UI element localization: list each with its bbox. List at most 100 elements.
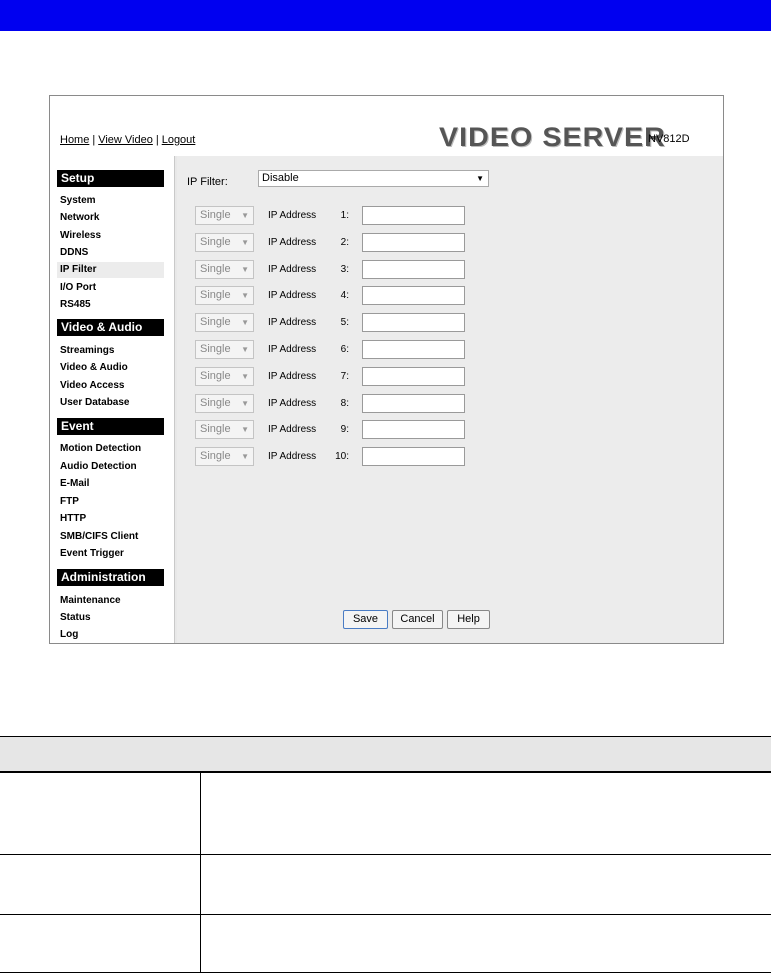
ip-address-label: IP Address — [268, 424, 317, 436]
home-link[interactable]: Home — [60, 134, 89, 146]
ip-address-row: Single ▼ IP Address 6: — [177, 340, 723, 360]
sidebar-item-wireless[interactable]: Wireless — [60, 228, 164, 244]
ip-address-row: Single ▼ IP Address 2: — [177, 232, 723, 253]
sidebar-item-video-audio[interactable]: Video & Audio — [60, 360, 164, 376]
ip-mode-select[interactable]: Single ▼ — [195, 420, 254, 440]
ip-mode-value: Single — [200, 343, 231, 355]
ip-address-row: Single ▼ IP Address 9: — [177, 420, 723, 440]
section-header-administration: Administration — [57, 569, 164, 586]
dropdown-arrow-icon: ▼ — [241, 398, 249, 408]
ip-filter-value: Disable — [262, 172, 299, 184]
ip-address-label: IP Address — [268, 370, 317, 382]
ip-address-input[interactable] — [362, 259, 465, 279]
sidebar-item-network[interactable]: Network — [60, 210, 164, 226]
sidebar-item-event-trigger[interactable]: Event Trigger — [60, 546, 164, 562]
ip-address-index: 9: — [340, 424, 349, 436]
dropdown-arrow-icon: ▼ — [241, 211, 249, 220]
ip-mode-select[interactable]: Single ▼ — [195, 232, 254, 252]
ip-address-row: Single ▼ IP Address 5: — [177, 313, 723, 333]
dropdown-arrow-icon: ▼ — [241, 371, 249, 381]
sidebar-item-io-port[interactable]: I/O Port — [60, 280, 164, 296]
ip-mode-select[interactable]: Single ▼ — [195, 313, 254, 333]
table-row — [0, 914, 771, 973]
ip-mode-value: Single — [200, 450, 231, 463]
ip-address-input[interactable] — [362, 393, 465, 413]
cancel-button[interactable]: Cancel — [392, 610, 443, 629]
section-header-setup: Setup — [57, 170, 164, 187]
table-row — [0, 771, 771, 855]
ip-mode-value: Single — [200, 316, 231, 329]
ip-address-index: 2: — [340, 236, 349, 248]
ip-address-index: 6: — [340, 344, 349, 355]
page-header: Home | View Video | Logout VIDEO SERVER NV81… — [50, 96, 723, 156]
sidebar-item-system[interactable]: System — [60, 193, 164, 209]
ip-address-input[interactable] — [362, 340, 465, 359]
sidebar-item-status[interactable]: Status — [60, 610, 164, 626]
ip-address-input[interactable] — [362, 366, 465, 386]
ip-address-row: Single ▼ IP Address 8: — [177, 393, 723, 414]
ip-mode-value: Single — [200, 289, 231, 302]
ip-mode-select[interactable]: Single ▼ — [195, 286, 254, 306]
sidebar-item-rs485[interactable]: RS485 — [60, 297, 164, 313]
main-content: IP Filter: Disable ▼ Single ▼ IP Address 1:… — [177, 156, 723, 643]
ip-address-row: Single ▼ IP Address 7: — [177, 366, 723, 387]
ip-mode-value: Single — [200, 396, 231, 409]
ip-mode-select[interactable]: Single ▼ — [195, 206, 254, 225]
section-header-event: Event — [57, 418, 164, 435]
ip-mode-value: Single — [200, 235, 231, 248]
ip-address-row: Single ▼ IP Address 10: — [177, 447, 723, 467]
save-button[interactable]: Save — [343, 610, 388, 629]
ip-mode-select[interactable]: Single ▼ — [195, 366, 254, 386]
ip-address-label: IP Address — [268, 317, 317, 329]
sidebar-item-streamings[interactable]: Streamings — [60, 343, 164, 359]
help-button[interactable]: Help — [447, 610, 490, 629]
table-row — [0, 854, 771, 915]
ip-address-label: IP Address — [268, 263, 317, 275]
ip-address-input[interactable] — [362, 313, 465, 333]
ip-address-input[interactable] — [362, 286, 465, 306]
ip-address-input[interactable] — [362, 447, 465, 467]
ip-address-input[interactable] — [362, 420, 465, 440]
sidebar-item-smb-cifs-client[interactable]: SMB/CIFS Client — [60, 529, 164, 545]
sidebar-item-ddns[interactable]: DDNS — [60, 245, 164, 261]
ip-address-index: 10: — [335, 451, 349, 463]
ip-address-input[interactable] — [362, 232, 465, 252]
ip-filter-label: IP Filter: — [187, 176, 228, 188]
ip-address-index: 4: — [340, 290, 349, 302]
ip-address-index: 1: — [340, 210, 349, 221]
ip-address-input[interactable] — [362, 206, 465, 225]
ip-address-row: Single ▼ IP Address 1: — [177, 206, 723, 226]
ip-mode-select[interactable]: Single ▼ — [195, 340, 254, 359]
dropdown-arrow-icon: ▼ — [241, 264, 249, 274]
ip-mode-select[interactable]: Single ▼ — [195, 447, 254, 467]
web-ui-screenshot: Home | View Video | Logout VIDEO SERVER NV81… — [49, 95, 724, 644]
sidebar-item-http[interactable]: HTTP — [60, 511, 164, 527]
ip-address-index: 3: — [340, 263, 349, 275]
dropdown-arrow-icon: ▼ — [241, 425, 249, 435]
body-area: Setup System Network Wireless DDNS IP Fi… — [50, 156, 723, 643]
logout-link[interactable]: Logout — [162, 134, 196, 146]
sidebar-item-ftp[interactable]: FTP — [60, 494, 164, 510]
view-video-link[interactable]: View Video — [98, 134, 153, 146]
ip-mode-select[interactable]: Single ▼ — [195, 393, 254, 413]
sidebar-item-email[interactable]: E-Mail — [60, 476, 164, 492]
sidebar-item-user-database[interactable]: User Database — [60, 395, 164, 411]
header-links: Home | View Video | Logout — [60, 134, 196, 146]
sidebar-item-ip-filter[interactable]: IP Filter — [57, 262, 164, 278]
sidebar-item-motion-detection[interactable]: Motion Detection — [60, 441, 164, 457]
ip-address-index: 7: — [340, 370, 349, 382]
ip-mode-value: Single — [200, 209, 231, 221]
dropdown-arrow-icon: ▼ — [241, 452, 249, 462]
description-table — [0, 736, 771, 973]
sidebar-item-video-access[interactable]: Video Access — [60, 378, 164, 394]
section-header-video-audio: Video & Audio — [57, 319, 164, 336]
ip-address-label: IP Address — [268, 236, 317, 248]
sidebar-item-maintenance[interactable]: Maintenance — [60, 593, 164, 609]
ip-address-label: IP Address — [268, 397, 317, 409]
sidebar-item-audio-detection[interactable]: Audio Detection — [60, 459, 164, 475]
sidebar-item-log[interactable]: Log — [60, 627, 164, 643]
ip-mode-select[interactable]: Single ▼ — [195, 259, 254, 279]
top-banner — [0, 0, 771, 31]
ip-address-label: IP Address — [268, 290, 317, 302]
ip-filter-select[interactable]: Disable ▼ — [258, 170, 489, 187]
